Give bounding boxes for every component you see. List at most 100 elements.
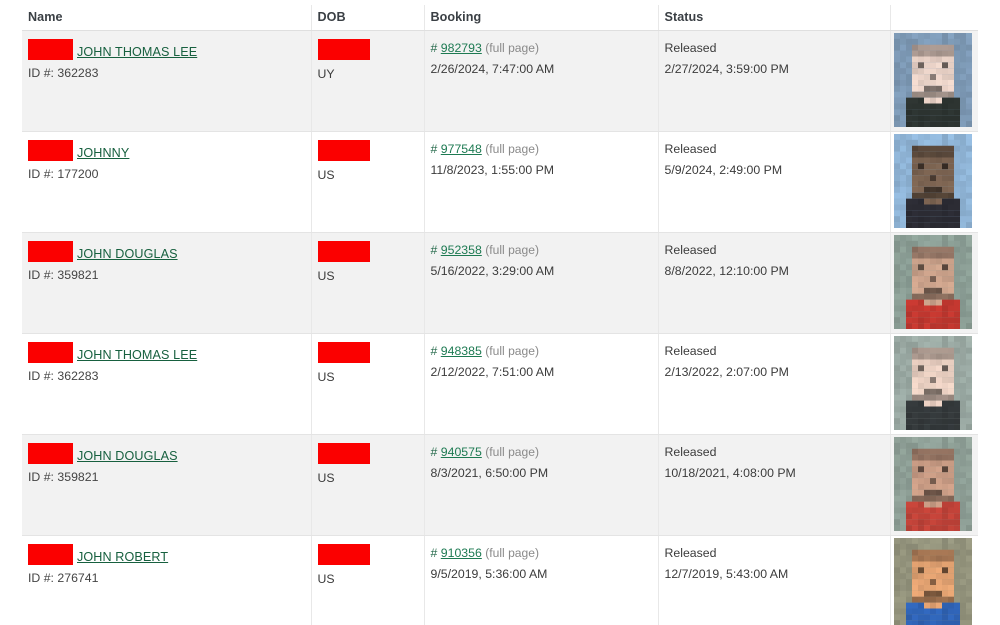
booking-full-page-label: (full page) (485, 445, 540, 459)
inmate-id-label: ID #: 359821 (28, 469, 99, 484)
status-label: Released (664, 41, 717, 55)
cell-name: JOHN DOUGLAS ID #: 359821 (22, 232, 312, 334)
status-label: Released (664, 546, 717, 560)
cell-name: JOHN ROBERT ID #: 276741 (22, 535, 312, 625)
dob-redaction-block (317, 140, 370, 161)
table-row[interactable]: JOHN DOUGLAS ID #: 359821 US # 952358 (f… (22, 232, 978, 334)
booking-datetime: 2/26/2024, 7:47:00 AM (430, 61, 555, 76)
booking-full-page-label: (full page) (485, 41, 540, 55)
cell-status: Released 10/18/2021, 4:08:00 PM (658, 434, 891, 536)
cell-dob: US (311, 333, 425, 435)
name-redaction-block (28, 443, 73, 464)
mugshot-thumbnail[interactable] (893, 33, 972, 127)
cell-name: JOHN THOMAS LEE ID #: 362283 (22, 30, 312, 132)
booking-full-page-label: (full page) (485, 142, 540, 156)
booking-number-link[interactable]: 948385 (441, 344, 482, 358)
cell-dob: UY (311, 30, 425, 132)
inmate-name-link[interactable]: JOHN THOMAS LEE (77, 45, 197, 59)
inmate-name-link[interactable]: JOHN THOMAS LEE (77, 348, 197, 362)
booking-full-page-label: (full page) (485, 243, 540, 257)
status-datetime: 2/27/2024, 3:59:00 PM (664, 61, 789, 76)
booking-number-link[interactable]: 982793 (441, 41, 482, 55)
cell-dob: US (311, 535, 425, 625)
name-redaction-block (28, 544, 73, 565)
booking-datetime: 9/5/2019, 5:36:00 AM (430, 566, 548, 581)
booking-number-link[interactable]: 910356 (441, 546, 482, 560)
mugshot-thumbnail[interactable] (893, 235, 972, 329)
status-label: Released (664, 344, 717, 358)
inmate-records-table: Name DOB Booking Status JOHN THOMAS LEE … (22, 5, 978, 625)
table-header-row: Name DOB Booking Status (22, 5, 978, 31)
cell-photo (890, 232, 978, 334)
cell-booking: # 948385 (full page) 2/12/2022, 7:51:00 … (424, 333, 659, 435)
dob-country-label: UY (317, 66, 335, 81)
table-row[interactable]: JOHN ROBERT ID #: 276741 US # 910356 (fu… (22, 535, 978, 625)
status-datetime: 5/9/2024, 2:49:00 PM (664, 162, 783, 177)
cell-booking: # 940575 (full page) 8/3/2021, 6:50:00 P… (424, 434, 659, 536)
cell-booking: # 977548 (full page) 11/8/2023, 1:55:00 … (424, 131, 659, 233)
booking-datetime: 5/16/2022, 3:29:00 AM (430, 263, 555, 278)
booking-datetime: 2/12/2022, 7:51:00 AM (430, 364, 555, 379)
cell-photo (890, 535, 978, 625)
booking-hash-symbol: # (430, 344, 438, 358)
mugshot-thumbnail[interactable] (893, 437, 972, 531)
inmate-id-label: ID #: 362283 (28, 65, 99, 80)
status-label: Released (664, 243, 717, 257)
dob-redaction-block (317, 342, 370, 363)
dob-country-label: US (317, 167, 335, 182)
table-row[interactable]: JOHNNY ID #: 177200 US # 977548 (full pa… (22, 131, 978, 233)
status-label: Released (664, 445, 717, 459)
cell-name: JOHN DOUGLAS ID #: 359821 (22, 434, 312, 536)
column-header-dob[interactable]: DOB (311, 5, 425, 31)
mugshot-thumbnail[interactable] (893, 134, 972, 228)
table-row[interactable]: JOHN DOUGLAS ID #: 359821 US # 940575 (f… (22, 434, 978, 536)
inmate-id-label: ID #: 177200 (28, 166, 99, 181)
inmate-name-link[interactable]: JOHN DOUGLAS (77, 247, 178, 261)
column-header-name[interactable]: Name (22, 5, 312, 31)
column-header-status[interactable]: Status (658, 5, 891, 31)
table-header: Name DOB Booking Status (22, 5, 978, 31)
cell-name: JOHN THOMAS LEE ID #: 362283 (22, 333, 312, 435)
booking-full-page-label: (full page) (485, 344, 540, 358)
booking-hash-symbol: # (430, 142, 438, 156)
dob-country-label: US (317, 369, 335, 384)
cell-photo (890, 333, 978, 435)
records-table-page: Name DOB Booking Status JOHN THOMAS LEE … (0, 0, 1000, 625)
inmate-name-link[interactable]: JOHN ROBERT (77, 550, 168, 564)
cell-status: Released 12/7/2019, 5:43:00 AM (658, 535, 891, 625)
cell-status: Released 5/9/2024, 2:49:00 PM (658, 131, 891, 233)
status-datetime: 10/18/2021, 4:08:00 PM (664, 465, 796, 480)
inmate-name-link[interactable]: JOHNNY (77, 146, 129, 160)
name-redaction-block (28, 342, 73, 363)
column-header-photo (890, 5, 978, 31)
dob-country-label: US (317, 268, 335, 283)
mugshot-thumbnail[interactable] (893, 538, 972, 625)
dob-redaction-block (317, 241, 370, 262)
cell-dob: US (311, 434, 425, 536)
cell-booking: # 910356 (full page) 9/5/2019, 5:36:00 A… (424, 535, 659, 625)
column-header-booking[interactable]: Booking (424, 5, 659, 31)
name-redaction-block (28, 241, 73, 262)
mugshot-thumbnail[interactable] (893, 336, 972, 430)
name-redaction-block (28, 39, 73, 60)
booking-datetime: 8/3/2021, 6:50:00 PM (430, 465, 549, 480)
cell-name: JOHNNY ID #: 177200 (22, 131, 312, 233)
inmate-id-label: ID #: 276741 (28, 570, 99, 585)
dob-redaction-block (317, 544, 370, 565)
table-row[interactable]: JOHN THOMAS LEE ID #: 362283 UY # 982793… (22, 30, 978, 132)
cell-photo (890, 131, 978, 233)
booking-number-link[interactable]: 977548 (441, 142, 482, 156)
cell-dob: US (311, 232, 425, 334)
cell-booking: # 952358 (full page) 5/16/2022, 3:29:00 … (424, 232, 659, 334)
booking-full-page-label: (full page) (485, 546, 540, 560)
cell-status: Released 2/27/2024, 3:59:00 PM (658, 30, 891, 132)
booking-number-link[interactable]: 952358 (441, 243, 482, 257)
booking-number-link[interactable]: 940575 (441, 445, 482, 459)
table-body: JOHN THOMAS LEE ID #: 362283 UY # 982793… (22, 30, 978, 625)
dob-country-label: US (317, 470, 335, 485)
cell-status: Released 8/8/2022, 12:10:00 PM (658, 232, 891, 334)
inmate-name-link[interactable]: JOHN DOUGLAS (77, 449, 178, 463)
dob-redaction-block (317, 443, 370, 464)
status-label: Released (664, 142, 717, 156)
table-row[interactable]: JOHN THOMAS LEE ID #: 362283 US # 948385… (22, 333, 978, 435)
